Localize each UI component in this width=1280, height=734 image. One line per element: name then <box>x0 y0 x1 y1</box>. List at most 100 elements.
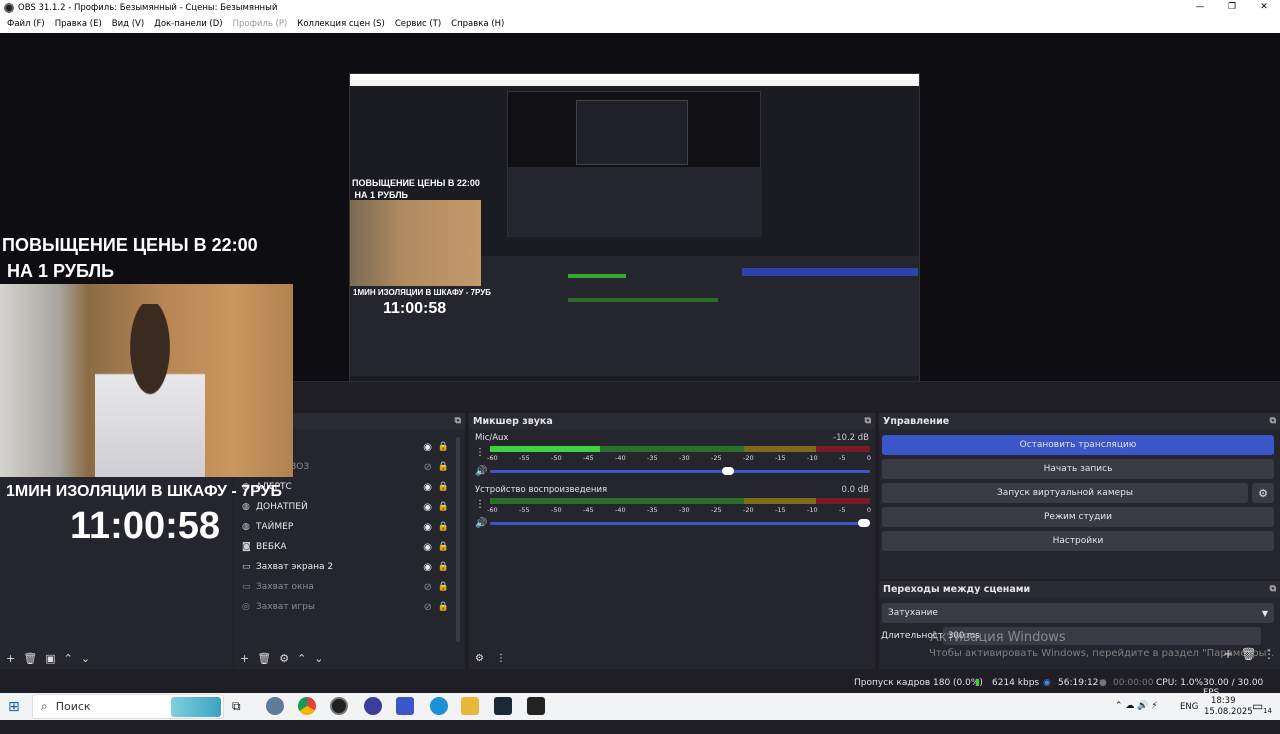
cpu-usage: CPU: 1.0% <box>1156 678 1204 688</box>
nested-inner-preview-2 <box>576 100 688 165</box>
minimize-button[interactable]: — <box>1184 0 1216 15</box>
move-up-icon[interactable]: ⌃ <box>64 652 73 665</box>
eye-hidden-icon[interactable]: ⊘ <box>424 582 432 593</box>
start-record-button[interactable]: Начать запись <box>882 459 1274 479</box>
nested-meter <box>568 274 626 278</box>
speaker-icon[interactable]: 🔊 <box>475 466 487 477</box>
meter-tick-label: -35 <box>647 454 658 462</box>
filters-icon[interactable]: ▣ <box>45 652 55 665</box>
channel-menu-icon[interactable]: ⋮ <box>475 447 485 458</box>
task-view-icon[interactable]: ⧉ <box>232 699 250 717</box>
obs-taskbar-icon[interactable] <box>330 697 348 715</box>
source-up-icon[interactable]: ⌃ <box>297 652 306 665</box>
lock-icon[interactable]: 🔒 <box>438 462 449 472</box>
sources-scrollbar[interactable] <box>456 437 460 642</box>
close-button[interactable]: ✕ <box>1248 0 1280 15</box>
stream-time: 56:19:12 <box>1058 678 1099 688</box>
menu-item-1[interactable]: Правка (E) <box>50 19 107 29</box>
windows-taskbar: ⊞ ⌕ Поиск ⧉ ⌃ ☁ 🔊 ⚡ ENG 18:39 15.08.2025… <box>0 693 1280 720</box>
source-down-icon[interactable]: ⌄ <box>314 652 323 665</box>
source-item[interactable]: ◙ ВЕБКА ◉ 🔒 <box>234 537 465 557</box>
lock-icon[interactable]: 🔒 <box>438 602 449 612</box>
menu-item-5[interactable]: Коллекция сцен (S) <box>292 19 390 29</box>
volume-slider[interactable] <box>490 470 870 473</box>
remove-scene-icon[interactable]: 🗑 <box>23 652 37 665</box>
menu-item-7[interactable]: Справка (H) <box>446 19 509 29</box>
source-settings-icon[interactable]: ⚙ <box>279 652 289 665</box>
menu-item-4[interactable]: Профиль (P) <box>228 19 293 29</box>
virtual-camera-settings-icon[interactable]: ⚙ <box>1252 483 1274 503</box>
mixer-menu-icon[interactable]: ⋮ <box>496 653 506 664</box>
meter-tick-label: -15 <box>775 454 786 462</box>
volume-knob[interactable] <box>858 519 870 527</box>
language-indicator[interactable]: ENG <box>1180 702 1198 729</box>
chrome-icon[interactable] <box>298 697 316 715</box>
menu-item-6[interactable]: Сервис (T) <box>390 19 446 29</box>
source-label: ДОНАТПЕЙ <box>256 502 308 512</box>
settings-button[interactable]: Настройки <box>882 531 1274 551</box>
transition-select[interactable]: Затухание ▼ <box>882 603 1274 623</box>
channel-menu-icon[interactable]: ⋮ <box>475 499 485 510</box>
app-icon-purple[interactable] <box>364 697 382 715</box>
source-item[interactable]: ◎ Захват игры ⊘ 🔒 <box>234 597 465 617</box>
menu-item-0[interactable]: Файл (F) <box>2 19 50 29</box>
webcam-image <box>0 284 293 477</box>
volume-knob[interactable] <box>721 467 734 475</box>
add-source-icon[interactable]: + <box>240 652 249 665</box>
move-down-icon[interactable]: ⌄ <box>81 652 90 665</box>
lock-icon[interactable]: 🔒 <box>438 582 449 592</box>
eye-icon[interactable]: ◉ <box>423 562 432 573</box>
eye-icon[interactable]: ◉ <box>423 502 432 513</box>
dock-pin-icon[interactable]: ⧉ <box>455 416 461 426</box>
steam-icon[interactable] <box>494 697 512 715</box>
lock-icon[interactable]: 🔒 <box>438 502 449 512</box>
source-item[interactable]: ▭ Захват окна ⊘ 🔒 <box>234 577 465 597</box>
taskbar-search[interactable]: ⌕ Поиск <box>32 694 224 719</box>
speaker-icon[interactable]: 🔊 <box>475 518 487 529</box>
dock-pin-icon[interactable]: ⧉ <box>1270 416 1276 426</box>
menu-item-2[interactable]: Вид (V) <box>107 19 149 29</box>
eye-icon[interactable]: ◉ <box>423 442 432 453</box>
dock-pin-icon[interactable]: ⧉ <box>1270 584 1276 594</box>
eye-hidden-icon[interactable]: ⊘ <box>424 602 432 613</box>
virtual-camera-button[interactable]: Запуск виртуальной камеры <box>882 483 1248 503</box>
file-explorer-icon[interactable] <box>461 697 479 715</box>
source-type-icon: ▭ <box>242 582 251 592</box>
eye-icon[interactable]: ◉ <box>423 522 432 533</box>
source-item[interactable]: ◍ ТАЙМЕР ◉ 🔒 <box>234 517 465 537</box>
chart-app-icon[interactable] <box>396 697 414 715</box>
telegram-icon[interactable] <box>430 697 448 715</box>
search-icon: ⌕ <box>41 699 48 713</box>
lock-icon[interactable]: 🔒 <box>438 442 449 452</box>
eye-icon[interactable]: ◉ <box>423 482 432 493</box>
windows-start-icon[interactable]: ⊞ <box>8 699 20 715</box>
window-titlebar: OBS 31.1.2 - Профиль: Безымянный - Сцены… <box>0 0 1280 15</box>
lock-icon[interactable]: 🔒 <box>438 522 449 532</box>
mixer-settings-icon[interactable]: ⚙ <box>475 653 484 664</box>
eye-icon[interactable]: ◉ <box>423 542 432 553</box>
meter-tick-label: -60 <box>487 454 498 462</box>
lock-icon[interactable]: 🔒 <box>438 482 449 492</box>
copilot-icon[interactable] <box>266 697 284 715</box>
lock-icon[interactable]: 🔒 <box>438 562 449 572</box>
remove-source-icon[interactable]: 🗑 <box>257 652 271 665</box>
activation-watermark-text: Чтобы активировать Windows, перейдите в … <box>929 648 1275 659</box>
source-label: Захват экрана 2 <box>256 562 334 572</box>
notification-count: 14 <box>1263 707 1272 715</box>
dock-pin-icon[interactable]: ⧉ <box>865 416 871 426</box>
stop-stream-button[interactable]: Остановить трансляцию <box>882 435 1274 455</box>
dropped-frames: Пропуск кадров 180 (0.0%) <box>854 678 983 688</box>
menu-item-3[interactable]: Док-панели (D) <box>149 19 227 29</box>
clock-date[interactable]: 15.08.2025 <box>1204 707 1253 734</box>
eye-hidden-icon[interactable]: ⊘ <box>424 462 432 473</box>
studio-mode-button[interactable]: Режим студии <box>882 507 1274 527</box>
volume-slider[interactable] <box>490 522 870 525</box>
add-scene-icon[interactable]: + <box>6 652 15 665</box>
lock-icon[interactable]: 🔒 <box>438 542 449 552</box>
app-icon-dark[interactable] <box>527 697 545 715</box>
source-item[interactable]: ▭ Захват экрана 2 ◉ 🔒 <box>234 557 465 577</box>
tray-icons[interactable]: ⌃ ☁ 🔊 ⚡ <box>1115 701 1158 728</box>
menu-bar: Файл (F) Правка (E) Вид (V) Док-панели (D) П… <box>0 15 1280 33</box>
notifications-icon[interactable]: ▭ <box>1252 699 1263 726</box>
restore-button[interactable]: ❐ <box>1216 0 1248 15</box>
